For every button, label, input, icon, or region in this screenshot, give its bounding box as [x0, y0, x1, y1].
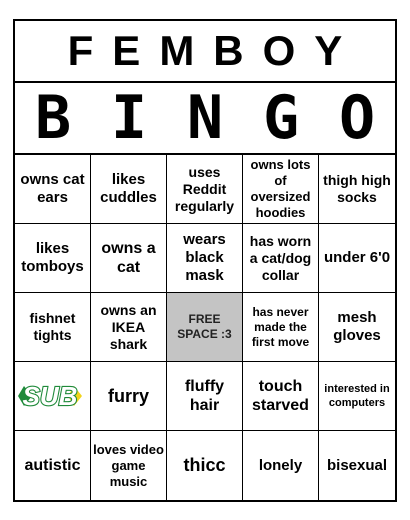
bingo-cell[interactable]: owns an IKEA shark [91, 293, 167, 362]
bingo-cell[interactable]: likes tomboys [15, 224, 91, 293]
bingo-cell[interactable]: likes cuddles [91, 155, 167, 224]
bingo-cell[interactable]: owns cat ears [15, 155, 91, 224]
bingo-cell[interactable]: touch starved [243, 362, 319, 431]
bingo-cell[interactable]: furry [91, 362, 167, 431]
free-space-cell[interactable]: FREE SPACE :3 [167, 293, 243, 362]
card-title: FEMBOY [15, 21, 395, 83]
bingo-cell[interactable]: fishnet tights [15, 293, 91, 362]
subway-logo-cell[interactable]: SUB [15, 362, 91, 431]
bingo-letter-o: O [338, 83, 376, 153]
bingo-letter-n: N [186, 83, 224, 153]
title-text: FEMBOY [67, 27, 362, 74]
bingo-cell[interactable]: owns lots of oversized hoodies [243, 155, 319, 224]
bingo-letter-i: I [110, 83, 148, 153]
bingo-grid: owns cat ears likes cuddles uses Reddit … [15, 155, 395, 500]
bingo-header: B I N G O [15, 83, 395, 155]
bingo-cell[interactable]: interested in computers [319, 362, 395, 431]
subway-logo-text: SUB [22, 381, 77, 411]
bingo-cell[interactable]: mesh gloves [319, 293, 395, 362]
bingo-cell[interactable]: bisexual [319, 431, 395, 500]
bingo-cell[interactable]: loves video game music [91, 431, 167, 500]
bingo-letter-g: G [262, 83, 300, 153]
bingo-cell[interactable]: uses Reddit regularly [167, 155, 243, 224]
bingo-cell[interactable]: owns a cat [91, 224, 167, 293]
bingo-cell[interactable]: thigh high socks [319, 155, 395, 224]
bingo-card: FEMBOY B I N G O owns cat ears likes cud… [13, 19, 397, 502]
bingo-cell[interactable]: has worn a cat/dog collar [243, 224, 319, 293]
bingo-letter-b: B [34, 83, 72, 153]
bingo-cell[interactable]: thicc [167, 431, 243, 500]
subway-logo-icon: SUB [17, 380, 82, 412]
bingo-cell[interactable]: fluffy hair [167, 362, 243, 431]
bingo-cell[interactable]: autistic [15, 431, 91, 500]
bingo-cell[interactable]: under 6'0 [319, 224, 395, 293]
bingo-cell[interactable]: wears black mask [167, 224, 243, 293]
bingo-cell[interactable]: has never made the first move [243, 293, 319, 362]
bingo-cell[interactable]: lonely [243, 431, 319, 500]
